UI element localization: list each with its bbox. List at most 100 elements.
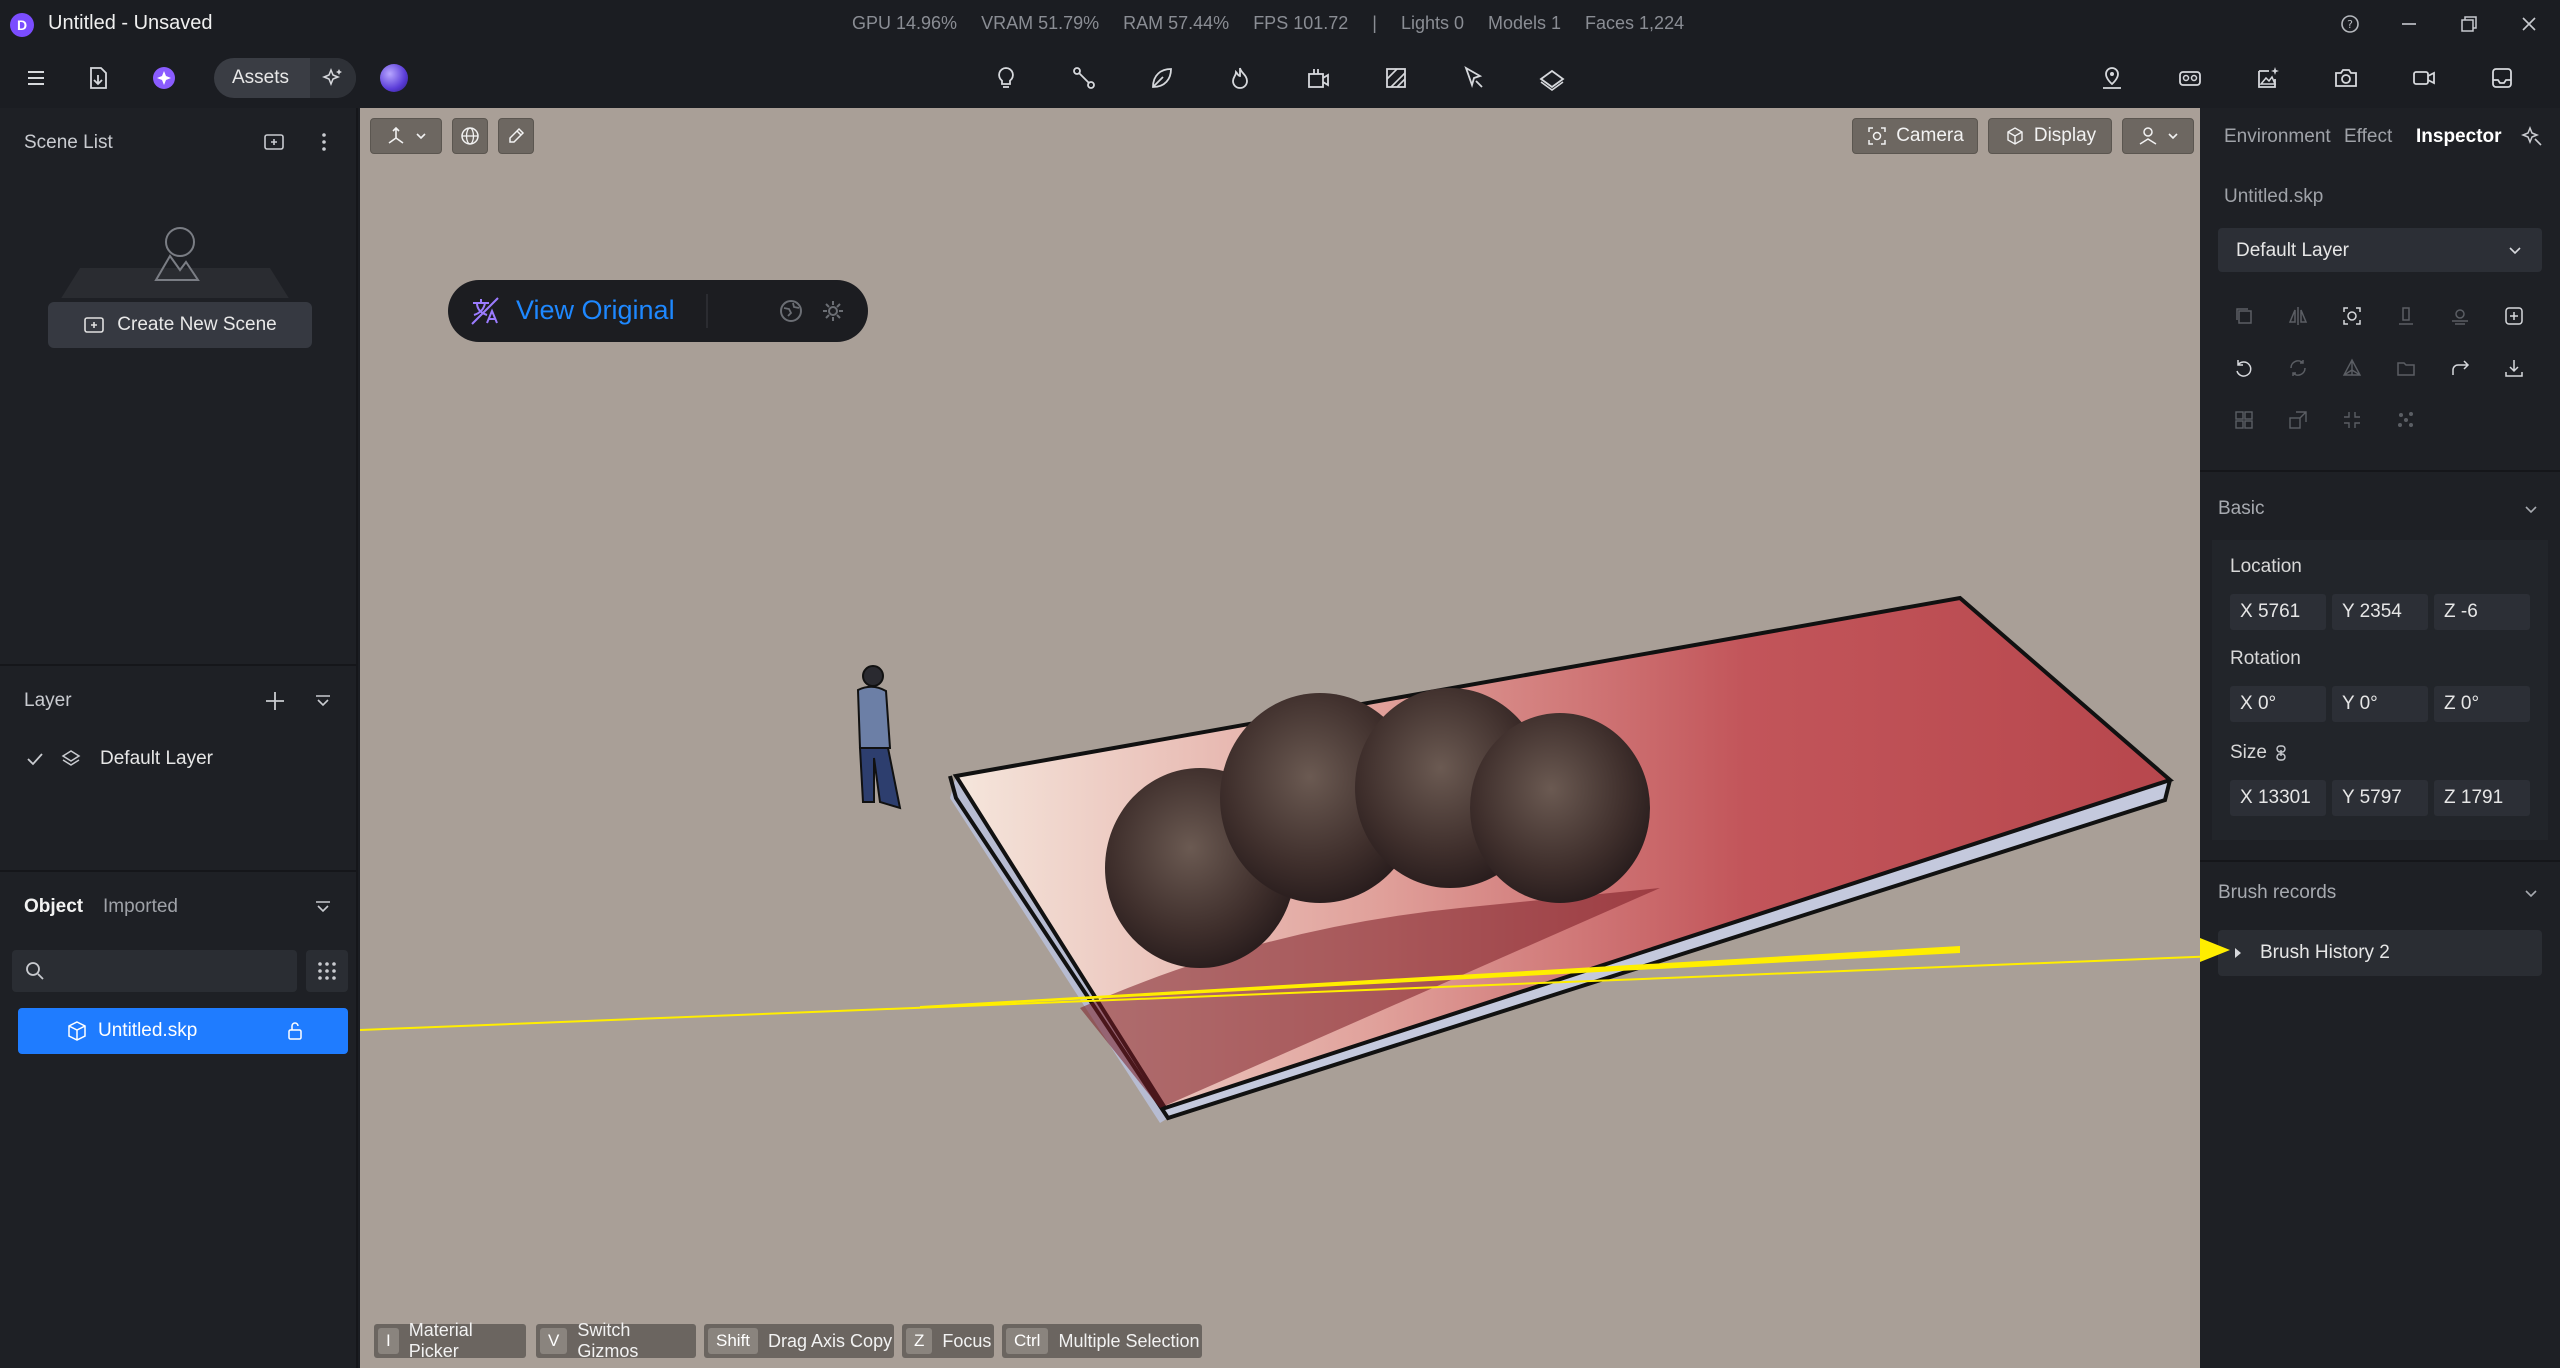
settings-gear-icon[interactable] xyxy=(820,298,846,324)
chevron-down-icon xyxy=(2509,247,2521,255)
scale-button[interactable] xyxy=(2278,400,2318,440)
help-button[interactable]: ? xyxy=(2325,8,2375,40)
group-button[interactable] xyxy=(2224,400,2264,440)
world-space-button[interactable] xyxy=(452,118,488,154)
object-list-item[interactable]: Untitled.skp xyxy=(18,1008,348,1054)
layer-item[interactable]: Default Layer xyxy=(0,742,358,776)
pyramid-button[interactable] xyxy=(2332,348,2372,388)
scatter-button[interactable] xyxy=(2386,400,2426,440)
gizmo-mode-dropdown[interactable] xyxy=(370,118,442,154)
tab-inspector[interactable]: Inspector xyxy=(2416,126,2502,148)
scene-more-button[interactable] xyxy=(312,130,336,154)
reset-button[interactable] xyxy=(2224,348,2264,388)
layer-title: Layer xyxy=(24,690,72,711)
object-search-input[interactable] xyxy=(54,956,284,986)
fps-stat: FPS 101.72 xyxy=(1253,13,1349,33)
object-tool-button[interactable] xyxy=(1294,54,1342,102)
focus-object-button[interactable] xyxy=(2332,296,2372,336)
path-tool-button[interactable] xyxy=(1060,54,1108,102)
unlock-icon[interactable] xyxy=(284,1020,306,1042)
minimize-button[interactable] xyxy=(2384,8,2434,40)
folder-icon xyxy=(2397,362,2415,376)
add-to-library-button[interactable] xyxy=(2494,296,2534,336)
check-icon[interactable] xyxy=(24,748,46,770)
tab-effect[interactable]: Effect xyxy=(2344,126,2392,148)
light-tool-button[interactable] xyxy=(982,54,1030,102)
material-orb-icon[interactable] xyxy=(380,64,408,92)
chevron-down-icon[interactable] xyxy=(2524,502,2538,516)
eyedropper-button[interactable] xyxy=(498,118,534,154)
assets-button[interactable]: Assets xyxy=(214,58,356,98)
inbox-icon xyxy=(2492,68,2512,88)
render-queue-button[interactable] xyxy=(2478,54,2526,102)
rotation-x-field[interactable]: X 0° xyxy=(2230,686,2326,722)
size-z-field[interactable]: Z 1791 xyxy=(2434,780,2530,816)
chevron-down-icon[interactable] xyxy=(2524,886,2538,900)
select-tool-button[interactable] xyxy=(1450,54,1498,102)
tab-object[interactable]: Object xyxy=(24,896,83,918)
render-mode-dropdown[interactable] xyxy=(2122,118,2194,154)
fit-button[interactable] xyxy=(2332,400,2372,440)
layer-item-label: Default Layer xyxy=(100,748,214,769)
import-file-button[interactable] xyxy=(74,54,122,102)
tab-imported[interactable]: Imported xyxy=(103,896,178,918)
ai-assistant-button[interactable] xyxy=(140,54,188,102)
globe-translate-icon[interactable] xyxy=(778,298,804,324)
location-x-field[interactable]: X 5761 xyxy=(2230,594,2326,630)
layer-filter-button[interactable] xyxy=(312,690,334,712)
3d-viewport[interactable]: Camera Display View Original xyxy=(360,108,2200,1368)
ai-assets-button[interactable] xyxy=(310,58,356,98)
close-button[interactable] xyxy=(2504,8,2554,40)
align-ground-button[interactable] xyxy=(2440,296,2480,336)
camera-button[interactable]: Camera xyxy=(1852,118,1978,154)
vegetation-tool-button[interactable] xyxy=(1138,54,1186,102)
inspector-panel: Environment Effect Inspector Untitled.sk… xyxy=(2200,108,2560,1368)
object-search-box[interactable] xyxy=(12,950,297,992)
download-button[interactable] xyxy=(2494,348,2534,388)
link-lock-icon[interactable] xyxy=(2272,744,2290,762)
create-new-scene-button[interactable]: Create New Scene xyxy=(48,302,312,348)
location-button[interactable] xyxy=(2088,54,2136,102)
add-scene-button[interactable] xyxy=(262,130,286,154)
tab-environment[interactable]: Environment xyxy=(2224,126,2331,148)
group-icon xyxy=(2235,411,2253,429)
render-image-button[interactable] xyxy=(2322,54,2370,102)
image-edit-button[interactable] xyxy=(2244,54,2292,102)
material-tool-button[interactable] xyxy=(1372,54,1420,102)
mirror-button[interactable] xyxy=(2278,296,2318,336)
restore-button[interactable] xyxy=(2444,8,2494,40)
rotation-y-field[interactable]: Y 0° xyxy=(2332,686,2428,722)
add-layer-button[interactable] xyxy=(262,688,288,714)
view-original-bar[interactable]: View Original xyxy=(448,280,868,342)
replace-button[interactable] xyxy=(2278,348,2318,388)
drop-to-ground-button[interactable] xyxy=(2386,296,2426,336)
view-original-label[interactable]: View Original xyxy=(516,295,675,326)
size-y-field[interactable]: Y 5797 xyxy=(2332,780,2428,816)
shortcut-label: Focus xyxy=(942,1330,992,1351)
location-y-field[interactable]: Y 2354 xyxy=(2332,594,2428,630)
size-x-field[interactable]: X 13301 xyxy=(2230,780,2326,816)
lights-stat: Lights 0 xyxy=(1400,13,1464,33)
display-button[interactable]: Display xyxy=(1988,118,2112,154)
layer-select[interactable]: Default Layer xyxy=(2218,228,2542,272)
menu-button[interactable] xyxy=(12,54,60,102)
human-figure[interactable] xyxy=(856,665,902,810)
grid-view-button[interactable] xyxy=(306,950,348,992)
shortcut-key: Z xyxy=(906,1328,933,1354)
brush-history-item[interactable]: Brush History 2 xyxy=(2218,930,2542,976)
effects-tool-button[interactable] xyxy=(1216,54,1264,102)
duplicate-button[interactable] xyxy=(2224,296,2264,336)
app-logo-icon: D xyxy=(10,13,34,37)
rotation-z-field[interactable]: Z 0° xyxy=(2434,686,2530,722)
render-video-button[interactable] xyxy=(2400,54,2448,102)
vr-button[interactable] xyxy=(2166,54,2214,102)
ai-inspect-icon[interactable] xyxy=(2520,124,2544,148)
object-filter-button[interactable] xyxy=(312,896,334,918)
location-label: Location xyxy=(2230,556,2302,577)
ground-tool-button[interactable] xyxy=(1528,54,1576,102)
faces-stat: Faces 1,224 xyxy=(1585,13,1685,33)
add-scene-icon xyxy=(264,134,284,150)
open-folder-button[interactable] xyxy=(2386,348,2426,388)
share-button[interactable] xyxy=(2440,348,2480,388)
location-z-field[interactable]: Z -6 xyxy=(2434,594,2530,630)
